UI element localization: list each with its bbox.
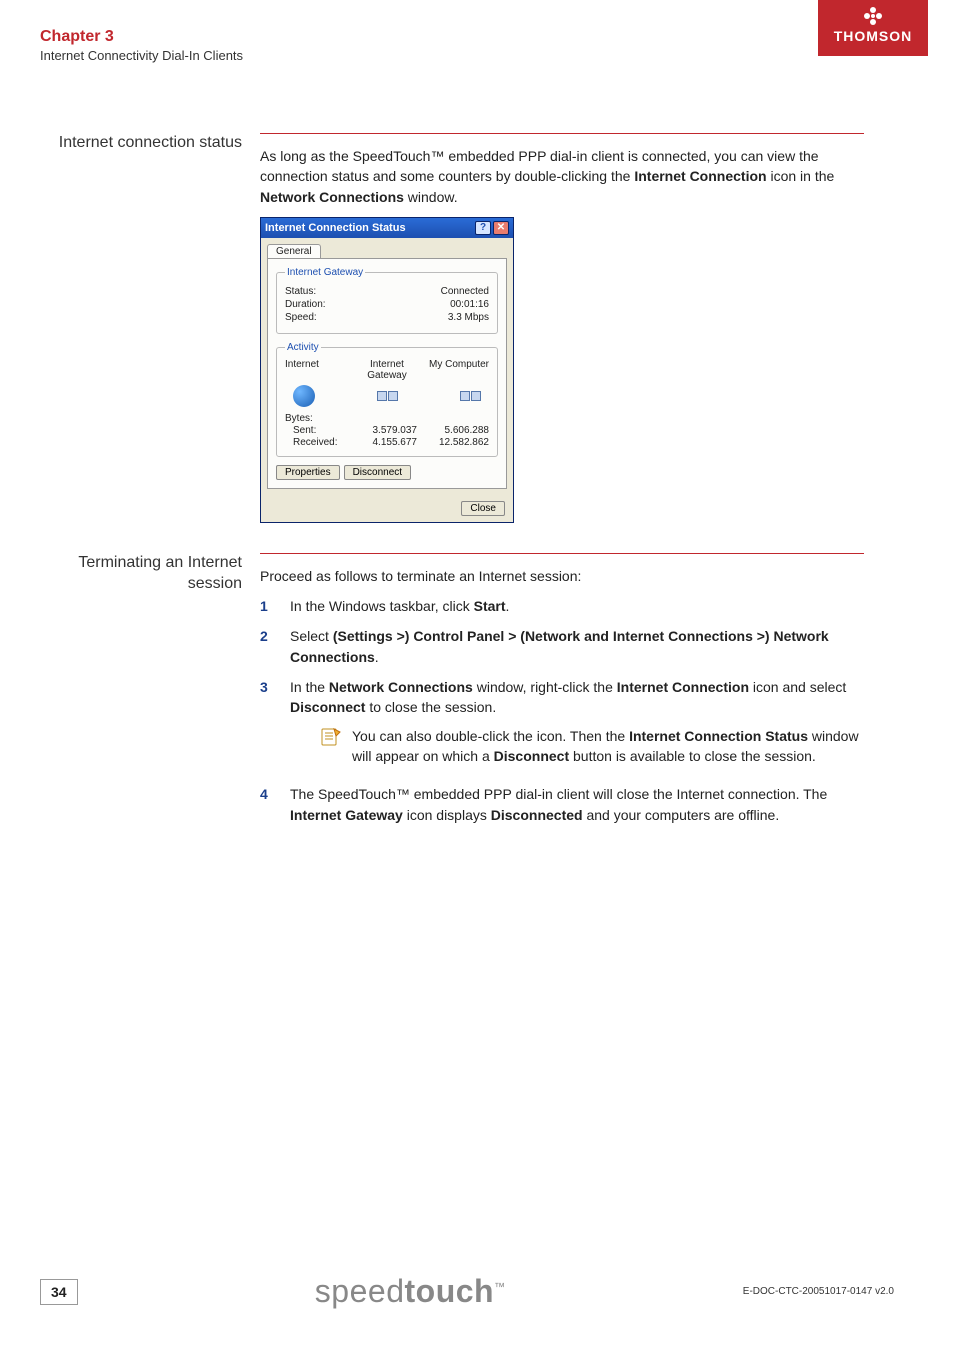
- bold: Start: [474, 598, 506, 614]
- intro-para: Proceed as follows to terminate an Inter…: [260, 566, 864, 586]
- document-id: E-DOC-CTC-20051017-0147 v2.0: [743, 1286, 894, 1297]
- thomson-logo: THOMSON: [818, 0, 928, 56]
- text: icon displays: [403, 807, 491, 823]
- help-button[interactable]: ?: [475, 221, 491, 235]
- text: icon in the: [767, 168, 835, 184]
- text: The SpeedTouch™ embedded PPP dial-in cli…: [290, 786, 827, 802]
- margin-label-status: Internet connection status: [40, 133, 260, 533]
- tab-general[interactable]: General: [267, 244, 321, 258]
- content-area: Internet connection status As long as th…: [0, 133, 954, 835]
- step-number: 4: [260, 784, 290, 825]
- chapter-block: Chapter 3 Internet Connectivity Dial-In …: [40, 28, 243, 63]
- bold: Disconnected: [491, 807, 583, 823]
- step-number: 3: [260, 677, 290, 774]
- chapter-subtitle: Internet Connectivity Dial-In Clients: [40, 48, 243, 63]
- sent-label: Sent:: [285, 425, 345, 436]
- group-internet-gateway: Internet Gateway Status: Connected Durati…: [276, 267, 498, 334]
- speed-value: 3.3 Mbps: [448, 312, 489, 323]
- status-value: Connected: [441, 286, 489, 297]
- bytes-label: Bytes:: [285, 413, 345, 424]
- col-gateway: Internet Gateway: [353, 359, 421, 381]
- note-icon: [320, 726, 352, 767]
- bold: Internet Gateway: [290, 807, 403, 823]
- step-1: 1 In the Windows taskbar, click Start.: [260, 596, 864, 616]
- text: .: [375, 649, 379, 665]
- bold: Internet Connection: [617, 679, 749, 695]
- note: You can also double-click the icon. Then…: [320, 726, 864, 767]
- tab-strip: General: [261, 238, 513, 258]
- dialog-title-text: Internet Connection Status: [265, 222, 406, 234]
- chapter-title: Chapter 3: [40, 28, 243, 46]
- body-status: As long as the SpeedTouch™ embedded PPP …: [260, 133, 864, 533]
- bold: Network Connections: [260, 189, 404, 205]
- thomson-wordmark: THOMSON: [828, 28, 918, 44]
- text: Select: [290, 628, 333, 644]
- duration-value: 00:01:16: [450, 299, 489, 310]
- text: In the Windows taskbar, click: [290, 598, 474, 614]
- bold: Internet Connection: [634, 168, 766, 184]
- sent-gw: 3.579.037: [349, 425, 417, 436]
- step-4: 4 The SpeedTouch™ embedded PPP dial-in c…: [260, 784, 864, 825]
- tab-body: Internet Gateway Status: Connected Durati…: [267, 258, 507, 489]
- col-internet: Internet: [285, 359, 353, 381]
- dialog-titlebar: Internet Connection Status ? ✕: [261, 218, 513, 238]
- recv-label: Received:: [285, 437, 345, 448]
- group-legend: Activity: [285, 342, 321, 353]
- text: In the: [290, 679, 329, 695]
- properties-button[interactable]: Properties: [276, 465, 340, 480]
- bold: (Settings >) Control Panel > (Network an…: [290, 628, 829, 664]
- bold: Network Connections: [329, 679, 473, 695]
- brand-light: speed: [315, 1273, 405, 1309]
- step-number: 1: [260, 596, 290, 616]
- text: You can also double-click the icon. Then…: [352, 728, 629, 744]
- connection-status-dialog: Internet Connection Status ? ✕ General I…: [260, 217, 514, 523]
- duration-label: Duration:: [285, 299, 326, 310]
- recv-gw: 4.155.677: [349, 437, 417, 448]
- text: button is available to close the session…: [569, 748, 816, 764]
- step-2: 2 Select (Settings >) Control Panel > (N…: [260, 626, 864, 667]
- step-number: 2: [260, 626, 290, 667]
- text: window, right-click the: [473, 679, 617, 695]
- recv-pc: 12.582.862: [421, 437, 489, 448]
- page-number: 34: [40, 1279, 78, 1305]
- text: .: [506, 598, 510, 614]
- sent-pc: 5.606.288: [421, 425, 489, 436]
- bold: Internet Connection Status: [629, 728, 808, 744]
- gateway-icon: [377, 391, 398, 401]
- body-terminating: Proceed as follows to terminate an Inter…: [260, 553, 864, 835]
- section-terminating: Terminating an Internet session Proceed …: [40, 553, 864, 835]
- status-paragraph: As long as the SpeedTouch™ embedded PPP …: [260, 146, 864, 207]
- disconnect-button[interactable]: Disconnect: [344, 465, 411, 480]
- text: window.: [404, 189, 458, 205]
- group-legend: Internet Gateway: [285, 267, 365, 278]
- text: icon and select: [749, 679, 846, 695]
- group-activity: Activity Internet Internet Gateway My Co…: [276, 342, 498, 457]
- page-footer: 34 speedtouch™ E-DOC-CTC-20051017-0147 v…: [40, 1273, 894, 1310]
- thomson-flower-icon: [863, 6, 883, 26]
- text: and your computers are offline.: [583, 807, 780, 823]
- speed-label: Speed:: [285, 312, 317, 323]
- close-x-button[interactable]: ✕: [493, 221, 509, 235]
- margin-label-terminating: Terminating an Internet session: [40, 553, 260, 835]
- bold: Disconnect: [290, 699, 365, 715]
- page-header: Chapter 3 Internet Connectivity Dial-In …: [0, 0, 954, 73]
- close-button[interactable]: Close: [461, 501, 505, 516]
- step-3: 3 In the Network Connections window, rig…: [260, 677, 864, 774]
- status-label: Status:: [285, 286, 316, 297]
- text: to close the session.: [365, 699, 496, 715]
- globe-icon: [293, 385, 315, 407]
- brand-tm: ™: [494, 1281, 506, 1293]
- section-connection-status: Internet connection status As long as th…: [40, 133, 864, 533]
- computer-icon: [460, 391, 481, 401]
- bold: Disconnect: [494, 748, 569, 764]
- speedtouch-brand: speedtouch™: [315, 1273, 506, 1310]
- brand-bold: touch: [404, 1273, 494, 1309]
- steps-list: 1 In the Windows taskbar, click Start. 2…: [260, 596, 864, 825]
- col-my-computer: My Computer: [421, 359, 489, 381]
